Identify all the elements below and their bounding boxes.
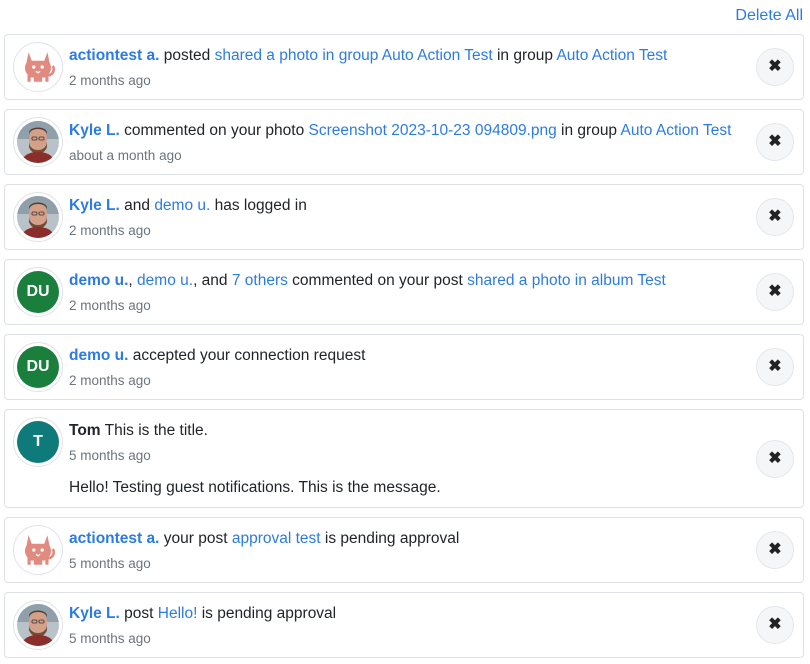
notification-message: Hello! Testing guest notifications. This… — [69, 479, 441, 496]
user-photo-icon — [17, 196, 59, 238]
actor-name[interactable]: Kyle L. — [69, 122, 120, 139]
dismiss-button[interactable]: ✖ — [756, 198, 794, 236]
timestamp: 5 months ago — [69, 448, 151, 463]
notification-text-part: your post — [159, 530, 232, 547]
group-link[interactable]: Auto Action Test — [621, 122, 732, 139]
notification-text: demo u. accepted your connection request — [69, 346, 751, 366]
notification-link[interactable]: shared a photo in group Auto Action Test — [215, 47, 493, 64]
notification-item[interactable]: actiontest a. your post approval test is… — [4, 517, 804, 583]
cat-icon — [17, 46, 59, 88]
user-photo-icon — [17, 604, 59, 646]
avatar[interactable] — [13, 42, 63, 92]
avatar-initials: T — [17, 421, 59, 463]
notification-text: demo u., demo u., and 7 others commented… — [69, 271, 751, 291]
notification-text-part: in group — [492, 47, 557, 64]
notification-text-part: has logged in — [210, 197, 307, 214]
dismiss-button[interactable]: ✖ — [756, 531, 794, 569]
post-link[interactable]: approval test — [232, 530, 321, 547]
avatar[interactable] — [13, 600, 63, 650]
actor-name: Tom — [69, 422, 101, 439]
close-icon: ✖ — [768, 283, 782, 300]
actor-name[interactable]: actiontest a. — [69, 530, 159, 547]
notification-item[interactable]: DU demo u., demo u., and 7 others commen… — [4, 259, 804, 325]
photo-link[interactable]: Screenshot 2023-10-23 094809.png — [309, 122, 557, 139]
notification-text-part: in group — [556, 122, 621, 139]
dismiss-button[interactable]: ✖ — [756, 439, 794, 478]
dismiss-button[interactable]: ✖ — [756, 273, 794, 311]
avatar[interactable] — [13, 192, 63, 242]
close-icon: ✖ — [768, 449, 782, 467]
timestamp: 2 months ago — [69, 73, 151, 88]
notification-text-part: accepted your connection request — [128, 347, 366, 364]
user-photo-icon — [17, 121, 59, 163]
user-link[interactable]: demo u. — [154, 197, 210, 214]
notification-title: This is the title. — [100, 422, 208, 439]
notification-text: Kyle L. post Hello! is pending approval — [69, 604, 751, 624]
notifications-header: Delete All — [0, 0, 810, 34]
avatar-initials: DU — [17, 346, 59, 388]
user-link[interactable]: demo u. — [137, 272, 193, 289]
notification-item[interactable]: Kyle L. post Hello! is pending approval … — [4, 592, 804, 658]
notification-text-part: , — [128, 272, 138, 289]
notification-list: actiontest a. posted shared a photo in g… — [0, 34, 810, 658]
avatar-initials: DU — [17, 271, 59, 313]
delete-all-link[interactable]: Delete All — [735, 7, 803, 25]
notification-text-part: , and — [193, 272, 232, 289]
notification-item[interactable]: T Tom This is the title. 5 months ago He… — [4, 409, 804, 508]
close-icon: ✖ — [768, 208, 782, 225]
dismiss-button[interactable]: ✖ — [756, 123, 794, 161]
post-link[interactable]: Hello! — [158, 605, 198, 622]
timestamp: about a month ago — [69, 148, 182, 163]
close-icon: ✖ — [768, 358, 782, 375]
actor-name[interactable]: Kyle L. — [69, 605, 120, 622]
dismiss-button[interactable]: ✖ — [756, 606, 794, 644]
close-icon: ✖ — [768, 616, 782, 633]
dismiss-button[interactable]: ✖ — [756, 48, 794, 86]
notification-text-part: commented on your post — [287, 272, 468, 289]
timestamp: 2 months ago — [69, 223, 151, 238]
notification-item[interactable]: Kyle L. commented on your photo Screensh… — [4, 109, 804, 175]
close-icon: ✖ — [768, 133, 782, 150]
avatar[interactable] — [13, 117, 63, 167]
notification-text: actiontest a. your post approval test is… — [69, 529, 751, 549]
actor-name[interactable]: actiontest a. — [69, 47, 159, 64]
close-icon: ✖ — [768, 541, 782, 558]
notification-text-part: commented on your photo — [119, 122, 309, 139]
post-link[interactable]: shared a photo in album Test — [467, 272, 666, 289]
notification-text: actiontest a. posted shared a photo in g… — [69, 46, 751, 66]
notification-text-part: post — [119, 605, 158, 622]
avatar[interactable]: T — [13, 417, 63, 467]
cat-icon — [17, 529, 59, 571]
timestamp: 2 months ago — [69, 298, 151, 313]
notification-item[interactable]: DU demo u. accepted your connection requ… — [4, 334, 804, 400]
avatar[interactable]: DU — [13, 267, 63, 317]
dismiss-button[interactable]: ✖ — [756, 348, 794, 386]
timestamp: 5 months ago — [69, 631, 151, 646]
notification-text-part: and — [119, 197, 155, 214]
notification-text: Kyle L. and demo u. has logged in — [69, 196, 751, 216]
notification-text: Kyle L. commented on your photo Screensh… — [69, 121, 751, 141]
close-icon: ✖ — [768, 58, 782, 75]
timestamp: 2 months ago — [69, 373, 151, 388]
avatar[interactable]: DU — [13, 342, 63, 392]
notification-text: Tom This is the title. — [69, 421, 751, 441]
notification-text-part: posted — [159, 47, 215, 64]
avatar[interactable] — [13, 525, 63, 575]
others-link[interactable]: 7 others — [232, 272, 288, 289]
actor-name[interactable]: demo u. — [69, 272, 128, 289]
group-link[interactable]: Auto Action Test — [556, 47, 667, 64]
actor-name[interactable]: Kyle L. — [69, 197, 120, 214]
actor-name[interactable]: demo u. — [69, 347, 128, 364]
notification-item[interactable]: actiontest a. posted shared a photo in g… — [4, 34, 804, 100]
notification-text-part: is pending approval — [320, 530, 460, 547]
timestamp: 5 months ago — [69, 556, 151, 571]
notification-text-part: is pending approval — [197, 605, 337, 622]
notification-item[interactable]: Kyle L. and demo u. has logged in 2 mont… — [4, 184, 804, 250]
